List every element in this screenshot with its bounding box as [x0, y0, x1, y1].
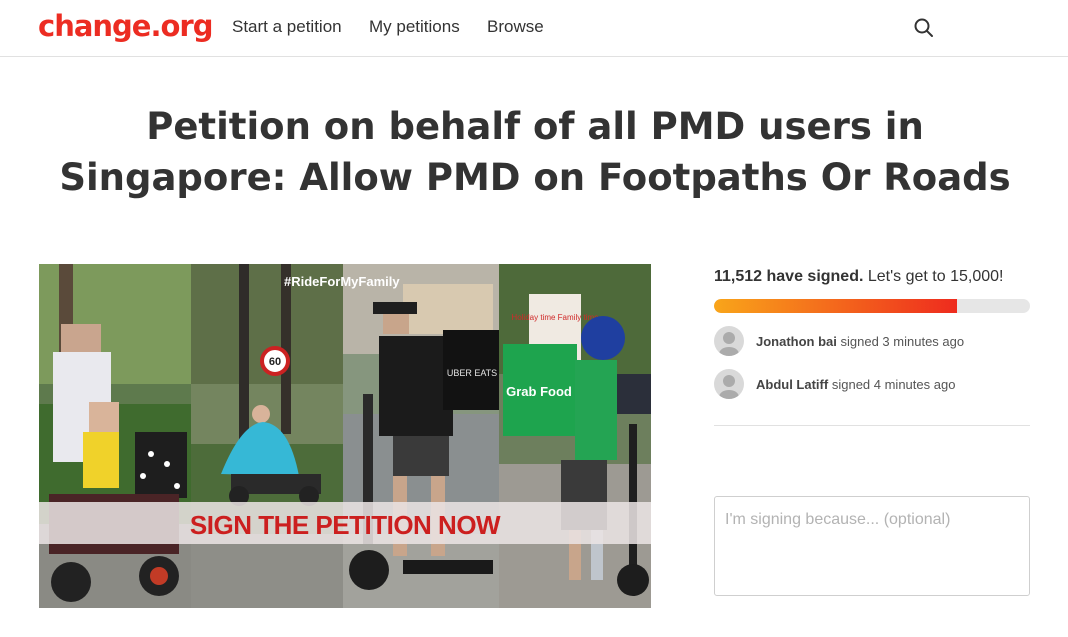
recent-signer: Abdul Latiff signed 4 minutes ago [714, 369, 1034, 401]
grab-food-bag-label: Grab Food [506, 384, 572, 399]
petition-title: Petition on behalf of all PMD users in S… [59, 105, 1011, 199]
change-org-logo[interactable]: change.org [38, 9, 213, 43]
search-icon[interactable] [912, 16, 936, 40]
petition-hero-image: 60 UBER EATS Holiday time Family time Gr… [39, 264, 651, 608]
avatar [714, 326, 744, 356]
hero-panel-grab-rider: Holiday time Family time Grab Food [499, 264, 651, 608]
signer-action: signed 3 minutes ago [840, 334, 965, 349]
hero-panel-family [39, 264, 191, 608]
progress-bar [714, 299, 1030, 313]
signer-text: Jonathon bai signed 3 minutes ago [756, 334, 964, 349]
signed-count-text: 11,512 have signed. [714, 268, 864, 285]
nav-browse[interactable]: Browse [487, 17, 544, 37]
goal-text: Let's get to 15,000! [867, 268, 1004, 285]
site-header: change.org Start a petition My petitions… [0, 0, 1068, 57]
hero-hashtag: #RideForMyFamily [284, 274, 400, 289]
signer-action: signed 4 minutes ago [831, 377, 956, 392]
progress-bar-fill [714, 299, 957, 313]
hero-banner-text: SIGN THE PETITION NOW [189, 510, 501, 540]
hero-panel-poncho-rider: 60 [191, 264, 343, 608]
avatar [714, 369, 744, 399]
signer-name: Abdul Latiff [756, 377, 829, 392]
signer-name: Jonathon bai [756, 334, 837, 349]
holiday-poster: Holiday time Family time [511, 313, 599, 322]
signer-text: Abdul Latiff signed 4 minutes ago [756, 377, 955, 392]
speed-limit-sign: 60 [269, 356, 281, 368]
nav-start-petition[interactable]: Start a petition [232, 17, 342, 37]
nav-my-petitions[interactable]: My petitions [369, 17, 460, 37]
divider [714, 425, 1030, 426]
hero-panel-uber-rider: UBER EATS [343, 264, 499, 608]
recent-signer: Jonathon bai signed 3 minutes ago [714, 326, 1034, 358]
signing-reason-input[interactable] [714, 496, 1030, 596]
uber-eats-bag-label: UBER EATS [447, 368, 497, 378]
signature-count: 11,512 have signed. Let's get to 15,000! [714, 268, 1003, 286]
